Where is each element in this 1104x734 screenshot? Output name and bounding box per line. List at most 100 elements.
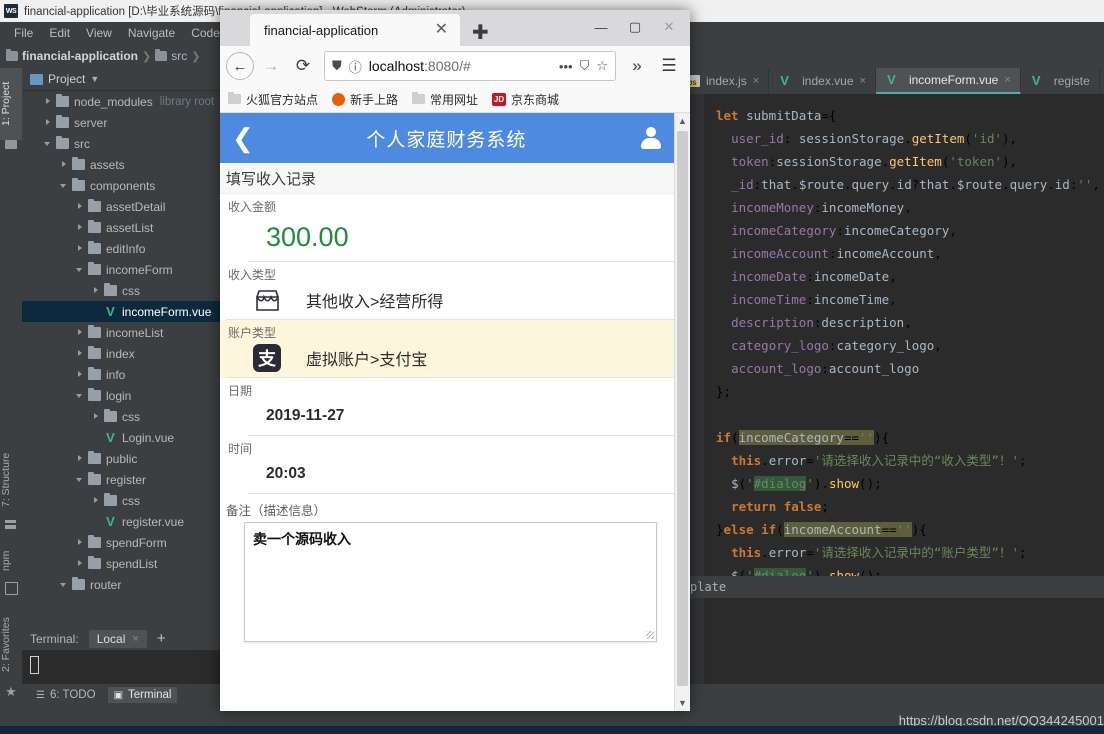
tree-item-assetlist[interactable]: assetList: [22, 217, 228, 238]
chevron-right-icon[interactable]: [92, 496, 101, 505]
scroll-up-icon[interactable]: ▲: [675, 113, 690, 129]
back-button[interactable]: ←: [226, 52, 254, 80]
chevron-down-icon[interactable]: [60, 580, 69, 589]
tool-button-npm[interactable]: npm: [0, 538, 22, 584]
shield-icon[interactable]: ⛊: [332, 58, 342, 74]
tree-item-src[interactable]: src: [22, 133, 228, 154]
close-icon[interactable]: ×: [753, 75, 759, 87]
scrollbar-thumb[interactable]: [677, 131, 688, 686]
close-icon[interactable]: ×: [860, 75, 866, 87]
tree-item-assets[interactable]: assets: [22, 154, 228, 175]
field-time[interactable]: 时间 20:03: [220, 436, 675, 494]
chevron-down-icon[interactable]: [76, 391, 85, 400]
resize-grip-icon[interactable]: [646, 631, 654, 639]
tree-item-register-vue[interactable]: Vregister.vue: [22, 511, 228, 532]
bookmark-star-icon[interactable]: ☆: [596, 58, 608, 74]
page-scrollbar[interactable]: ▲ ▼: [674, 113, 690, 711]
tool-button-favorites[interactable]: 2: Favorites: [0, 603, 22, 687]
bookmark-item[interactable]: 常用网址: [412, 91, 478, 108]
chevron-right-icon[interactable]: [76, 538, 85, 547]
forward-button[interactable]: →: [256, 51, 286, 81]
address-bar[interactable]: ⛊ ⓘ localhost:8080/# ••• ⛉ ☆: [324, 51, 616, 81]
editor-tab-index-vue[interactable]: Vindex.vue ×: [769, 68, 876, 94]
status-button-todo[interactable]: ☰ 6: TODO: [30, 687, 102, 703]
hamburger-menu-icon[interactable]: ☰: [654, 51, 684, 81]
tree-item-login-vue[interactable]: V Login.vue: [22, 427, 228, 448]
chevron-down-icon[interactable]: [60, 181, 69, 190]
tree-item-incomelist[interactable]: incomeList: [22, 322, 228, 343]
tree-item-node-modules[interactable]: node_modules library root: [22, 91, 228, 112]
tree-item-incomeform-vue[interactable]: VincomeForm.vue: [22, 301, 228, 322]
chevron-right-icon[interactable]: [76, 223, 85, 232]
browser-tab[interactable]: financial-application ✕: [250, 14, 460, 46]
close-icon[interactable]: ✕: [431, 22, 452, 38]
avatar[interactable]: [639, 126, 663, 150]
chevron-right-icon[interactable]: [60, 160, 69, 169]
new-tab-button[interactable]: ✚: [472, 23, 489, 43]
field-account-type[interactable]: 账户类型 支 虚拟账户>支付宝: [220, 320, 675, 378]
editor-tab-incomeform-vue[interactable]: VincomeForm.vue ×: [875, 68, 1021, 94]
remark-textarea[interactable]: 卖一个源码收入: [244, 522, 657, 642]
tool-button-project[interactable]: 1: Project: [0, 68, 22, 140]
field-date[interactable]: 日期 2019-11-27: [220, 378, 675, 436]
tree-item-info[interactable]: info: [22, 364, 228, 385]
overflow-icon[interactable]: »: [622, 51, 652, 81]
tree-item-editinfo[interactable]: editInfo: [22, 238, 228, 259]
tree-item-css[interactable]: css: [22, 406, 228, 427]
tree-item-server[interactable]: server: [22, 112, 228, 133]
tree-item-assetdetail[interactable]: assetDetail: [22, 196, 228, 217]
tree-item-spendform[interactable]: spendForm: [22, 532, 228, 553]
chevron-down-icon[interactable]: [44, 139, 53, 148]
chevron-right-icon[interactable]: [76, 244, 85, 253]
menu-navigate[interactable]: Navigate: [120, 25, 183, 41]
editor-tab-index-js[interactable]: index.js ×: [678, 68, 770, 94]
close-icon[interactable]: ×: [132, 633, 138, 645]
tree-item-incomeform[interactable]: incomeForm: [22, 259, 228, 280]
chevron-right-icon[interactable]: [76, 328, 85, 337]
close-window-button[interactable]: ✕: [652, 14, 686, 40]
minimize-button[interactable]: —: [584, 14, 618, 40]
tree-item-css[interactable]: css: [22, 490, 228, 511]
time-input[interactable]: 20:03: [248, 465, 306, 483]
amount-input[interactable]: 300.00: [248, 222, 349, 253]
chevron-right-icon[interactable]: [44, 97, 53, 106]
bookmark-item[interactable]: 新手上路: [332, 91, 398, 108]
chevron-right-icon[interactable]: [76, 349, 85, 358]
add-terminal-button[interactable]: +: [157, 631, 166, 646]
terminal-tab-local[interactable]: Local ×: [88, 630, 147, 648]
tree-item-register[interactable]: register: [22, 469, 228, 490]
tree-item-spendlist[interactable]: spendList: [22, 553, 228, 574]
bookmark-item[interactable]: 火狐官方站点: [228, 91, 318, 108]
chevron-right-icon[interactable]: [92, 286, 101, 295]
field-income-category[interactable]: 收入类型 其他收入>经营所得: [220, 262, 675, 320]
chevron-right-icon[interactable]: [92, 412, 101, 421]
income-category-value[interactable]: 其他收入>经营所得: [284, 288, 443, 312]
account-type-value[interactable]: 虚拟账户>支付宝: [284, 346, 427, 370]
reload-button[interactable]: ⟳: [288, 51, 318, 81]
chevron-right-icon[interactable]: [76, 559, 85, 568]
tree-item-css[interactable]: css: [22, 280, 228, 301]
more-icon[interactable]: •••: [559, 59, 573, 74]
editor-tab-registe[interactable]: Vregiste: [1021, 68, 1100, 94]
menu-edit[interactable]: Edit: [41, 25, 78, 41]
scroll-down-icon[interactable]: ▼: [675, 695, 690, 711]
status-button-terminal[interactable]: ▣ Terminal: [107, 687, 178, 703]
tree-item-public[interactable]: public: [22, 448, 228, 469]
tree-item-login[interactable]: login: [22, 385, 228, 406]
breadcrumb-item-src[interactable]: src: [155, 49, 187, 63]
chevron-right-icon[interactable]: [44, 118, 53, 127]
chevron-down-icon[interactable]: [76, 265, 85, 274]
pocket-icon[interactable]: ⛉: [580, 58, 590, 74]
site-info-icon[interactable]: ⓘ: [349, 57, 362, 76]
breadcrumb-item-project[interactable]: financial-application: [6, 49, 138, 63]
chevron-down-icon[interactable]: [76, 475, 85, 484]
chevron-down-icon[interactable]: ▼: [90, 74, 99, 84]
date-input[interactable]: 2019-11-27: [248, 407, 344, 425]
chevron-right-icon[interactable]: [76, 202, 85, 211]
menu-view[interactable]: View: [78, 25, 120, 41]
tree-item-components[interactable]: components: [22, 175, 228, 196]
chevron-right-icon[interactable]: [76, 454, 85, 463]
back-chevron-icon[interactable]: ❮: [232, 125, 254, 151]
chevron-right-icon[interactable]: [76, 370, 85, 379]
tool-button-structure[interactable]: 7: Structure: [0, 438, 22, 522]
